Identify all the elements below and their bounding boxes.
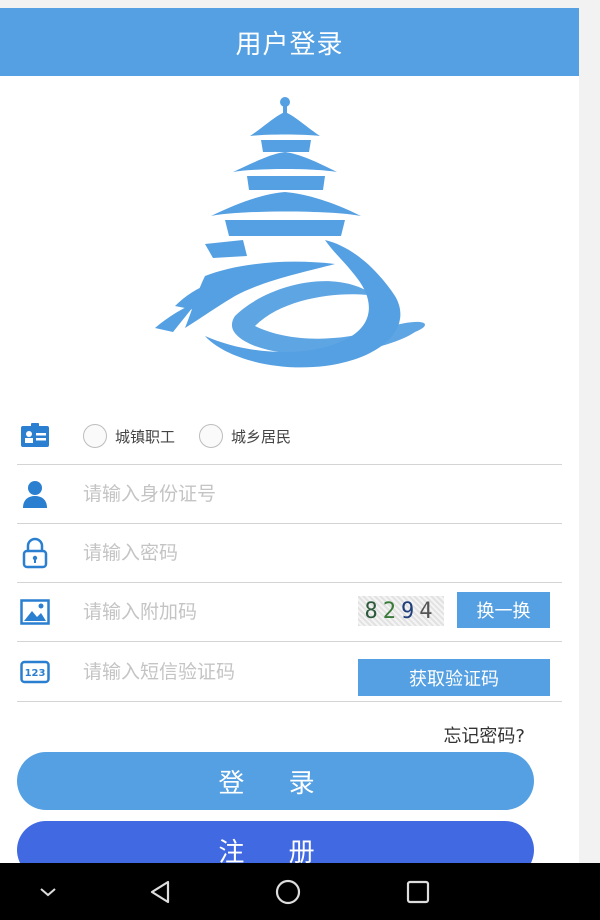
- login-button[interactable]: 登 录: [17, 752, 534, 810]
- temple-of-heaven-logo: [155, 97, 425, 368]
- system-nav-bar: [0, 863, 600, 920]
- page-title: 用户登录: [235, 29, 344, 60]
- radio-label: 城镇职工: [115, 427, 176, 446]
- refresh-captcha-label: 换一换: [476, 601, 531, 622]
- id-card-icon: [19, 420, 51, 452]
- recent-square-icon[interactable]: [398, 863, 438, 920]
- keypad-123-icon: 123: [19, 656, 51, 688]
- sms-code-input[interactable]: [81, 660, 315, 684]
- password-row: [17, 524, 562, 583]
- password-input[interactable]: [81, 541, 345, 565]
- captcha-input[interactable]: [81, 600, 305, 624]
- home-circle-icon[interactable]: [268, 863, 308, 920]
- radio-circle[interactable]: [199, 424, 224, 448]
- image-icon: [19, 596, 51, 628]
- get-sms-code-button[interactable]: 获取验证码: [358, 659, 550, 696]
- radio-urban-employee[interactable]: 城镇职工: [83, 424, 175, 448]
- radio-circle[interactable]: [83, 424, 107, 448]
- captcha-digit: 9: [401, 598, 420, 624]
- captcha-image[interactable]: 8 2 9 4: [358, 596, 444, 626]
- side-gutter: [579, 0, 600, 863]
- chevron-down-icon[interactable]: [28, 863, 68, 920]
- captcha-digit: 8: [364, 598, 383, 624]
- back-triangle-icon[interactable]: [140, 863, 180, 920]
- captcha-digit: 2: [382, 598, 401, 624]
- title-bar: 用户登录: [0, 8, 579, 76]
- login-button-label: 登 录: [218, 768, 333, 799]
- app-screen: 用户登录 城镇职工 城乡居民 请输入身份证号 请输入附加码 8 2 9 4 换一…: [0, 8, 579, 863]
- id-number-input[interactable]: [81, 482, 345, 506]
- register-button[interactable]: 注 册: [17, 821, 534, 863]
- radio-urban-rural-resident[interactable]: 城乡居民: [199, 424, 291, 448]
- user-icon: [19, 478, 51, 510]
- forgot-password-link[interactable]: 忘记密码?: [443, 722, 525, 748]
- radio-label: 城乡居民: [231, 427, 292, 446]
- svg-text:123: 123: [25, 668, 46, 679]
- id-number-row: [17, 465, 562, 524]
- captcha-digit: 4: [419, 598, 438, 624]
- refresh-captcha-button[interactable]: 换一换: [457, 592, 550, 628]
- lock-icon: [19, 537, 51, 569]
- get-sms-code-label: 获取验证码: [409, 668, 499, 690]
- register-button-label: 注 册: [218, 837, 333, 864]
- identity-type-row: 城镇职工 城乡居民: [17, 408, 562, 465]
